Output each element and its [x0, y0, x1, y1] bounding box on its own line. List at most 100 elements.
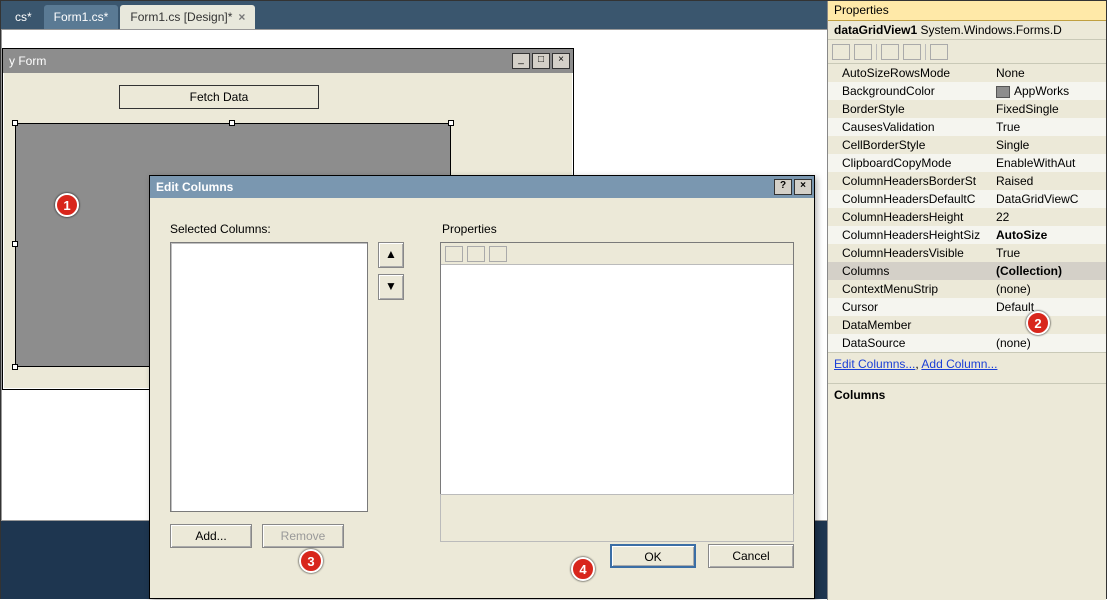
property-row[interactable]: ColumnHeadersDefaultCDataGridViewC: [828, 190, 1106, 208]
form-title: y Form: [9, 54, 46, 68]
dialog-property-grid[interactable]: [440, 242, 794, 512]
property-name: AutoSizeRowsMode: [828, 66, 992, 80]
property-row[interactable]: AutoSizeRowsModeNone: [828, 64, 1106, 82]
property-value[interactable]: (Collection): [992, 264, 1106, 278]
property-name: ColumnHeadersHeight: [828, 210, 992, 224]
property-name: DataSource: [828, 336, 992, 350]
fetch-data-button[interactable]: Fetch Data: [119, 85, 319, 109]
property-name: ContextMenuStrip: [828, 282, 992, 296]
events-icon[interactable]: [903, 44, 921, 60]
description-heading: Columns: [834, 388, 1100, 402]
property-name: ClipboardCopyMode: [828, 156, 992, 170]
property-value[interactable]: 22: [992, 210, 1106, 224]
propertypages-icon[interactable]: [930, 44, 948, 60]
property-value[interactable]: (none): [992, 336, 1106, 350]
dialog-title: Edit Columns: [156, 180, 233, 194]
property-name: Cursor: [828, 300, 992, 314]
property-name: Columns: [828, 264, 992, 278]
property-row[interactable]: ColumnHeadersHeight22: [828, 208, 1106, 226]
property-value[interactable]: DataGridViewC: [992, 192, 1106, 206]
property-name: ColumnHeadersVisible: [828, 246, 992, 260]
property-row[interactable]: CausesValidationTrue: [828, 118, 1106, 136]
properties-toolbar: [828, 40, 1106, 64]
properties-commands: Edit Columns..., Add Column...: [828, 352, 1106, 383]
minimize-icon[interactable]: _: [512, 53, 530, 69]
property-row[interactable]: ContextMenuStrip(none): [828, 280, 1106, 298]
remove-button: Remove: [262, 524, 344, 548]
properties-icon[interactable]: [881, 44, 899, 60]
close-icon[interactable]: ×: [552, 53, 570, 69]
dialog-body: Selected Columns: ▲ ▼ Properties Add... …: [150, 198, 814, 558]
property-row[interactable]: ColumnHeadersVisibleTrue: [828, 244, 1106, 262]
selected-columns-list[interactable]: [170, 242, 368, 512]
property-value[interactable]: None: [992, 66, 1106, 80]
property-row[interactable]: DataSource(none): [828, 334, 1106, 352]
property-value[interactable]: Single: [992, 138, 1106, 152]
selected-columns-label: Selected Columns:: [170, 222, 271, 236]
document-tabstrip: cs* Form1.cs* Form1.cs [Design]* ×: [1, 1, 828, 29]
properties-description: Columns: [828, 383, 1106, 455]
property-row[interactable]: DataMember: [828, 316, 1106, 334]
propertypages-icon[interactable]: [489, 246, 507, 262]
property-name: ColumnHeadersBorderSt: [828, 174, 992, 188]
resize-handle[interactable]: [12, 364, 18, 370]
categorized-icon[interactable]: [832, 44, 850, 60]
move-up-button[interactable]: ▲: [378, 242, 404, 268]
close-icon[interactable]: ×: [238, 10, 245, 24]
resize-handle[interactable]: [12, 241, 18, 247]
property-row[interactable]: BackgroundColorAppWorks: [828, 82, 1106, 100]
property-value[interactable]: True: [992, 246, 1106, 260]
add-column-link[interactable]: Add Column...: [921, 357, 997, 371]
property-row[interactable]: ColumnHeadersHeightSizAutoSize: [828, 226, 1106, 244]
property-name: CellBorderStyle: [828, 138, 992, 152]
help-icon[interactable]: ?: [774, 179, 792, 195]
cancel-button[interactable]: Cancel: [708, 544, 794, 568]
property-value[interactable]: EnableWithAut: [992, 156, 1106, 170]
property-row[interactable]: CellBorderStyleSingle: [828, 136, 1106, 154]
close-icon[interactable]: ×: [794, 179, 812, 195]
ok-button[interactable]: OK: [610, 544, 696, 568]
property-row[interactable]: ClipboardCopyModeEnableWithAut: [828, 154, 1106, 172]
property-name: BorderStyle: [828, 102, 992, 116]
property-name: ColumnHeadersDefaultC: [828, 192, 992, 206]
form-titlebar: y Form _ □ ×: [3, 49, 573, 73]
resize-handle[interactable]: [12, 120, 18, 126]
resize-handle[interactable]: [229, 120, 235, 126]
property-value[interactable]: Raised: [992, 174, 1106, 188]
properties-label: Properties: [442, 222, 497, 236]
tab-cs[interactable]: cs*: [5, 5, 42, 29]
dialog-titlebar: Edit Columns ? ×: [150, 176, 814, 198]
alphabetical-icon[interactable]: [854, 44, 872, 60]
properties-grid[interactable]: AutoSizeRowsModeNoneBackgroundColorAppWo…: [828, 64, 1106, 352]
maximize-icon[interactable]: □: [532, 53, 550, 69]
property-row[interactable]: Columns(Collection): [828, 262, 1106, 280]
resize-handle[interactable]: [448, 120, 454, 126]
annotation-badge-2: 2: [1026, 311, 1050, 335]
property-value[interactable]: AppWorks: [992, 84, 1106, 98]
add-button[interactable]: Add...: [170, 524, 252, 548]
annotation-badge-3: 3: [299, 549, 323, 573]
property-row[interactable]: ColumnHeadersBorderStRaised: [828, 172, 1106, 190]
property-row[interactable]: CursorDefault: [828, 298, 1106, 316]
color-swatch-icon: [996, 86, 1010, 98]
tab-label: Form1.cs [Design]*: [130, 10, 232, 24]
property-row[interactable]: BorderStyleFixedSingle: [828, 100, 1106, 118]
property-value[interactable]: (none): [992, 282, 1106, 296]
move-down-button[interactable]: ▼: [378, 274, 404, 300]
property-name: ColumnHeadersHeightSiz: [828, 228, 992, 242]
edit-columns-dialog: Edit Columns ? × Selected Columns: ▲ ▼ P…: [149, 175, 815, 599]
dialog-description-pane: [440, 494, 794, 542]
alphabetical-icon[interactable]: [467, 246, 485, 262]
tab-form1-design[interactable]: Form1.cs [Design]* ×: [120, 5, 255, 29]
properties-panel: Properties dataGridView1 System.Windows.…: [827, 1, 1106, 600]
property-value[interactable]: True: [992, 120, 1106, 134]
propgrid-toolbar: [441, 243, 793, 265]
property-value[interactable]: AutoSize: [992, 228, 1106, 242]
categorized-icon[interactable]: [445, 246, 463, 262]
property-name: DataMember: [828, 318, 992, 332]
property-value[interactable]: Default: [992, 300, 1106, 314]
tab-form1-cs[interactable]: Form1.cs*: [44, 5, 119, 29]
edit-columns-link[interactable]: Edit Columns...: [834, 357, 915, 371]
property-value[interactable]: FixedSingle: [992, 102, 1106, 116]
properties-object-selector[interactable]: dataGridView1 System.Windows.Forms.D: [828, 21, 1106, 40]
